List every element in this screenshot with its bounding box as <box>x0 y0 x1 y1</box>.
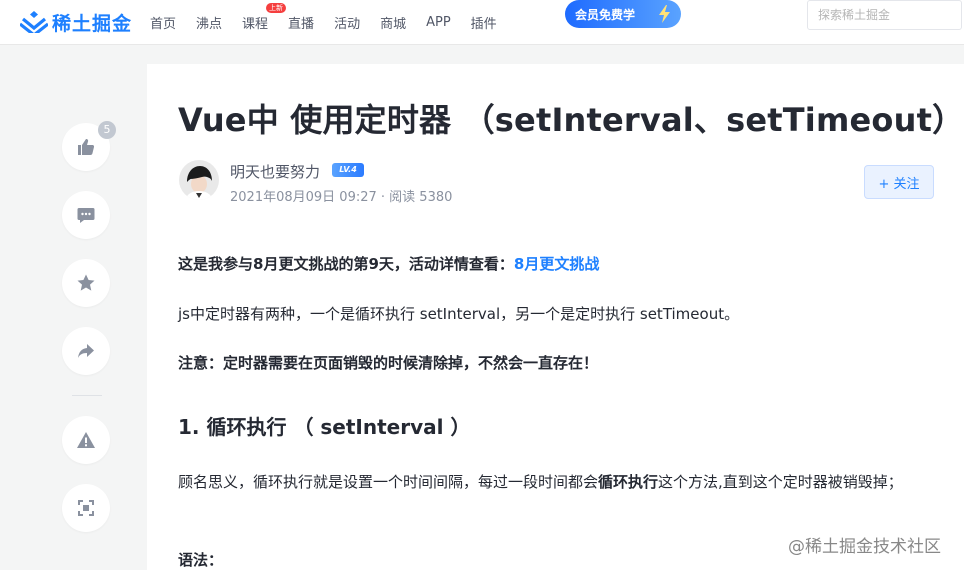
nav-shop[interactable]: 商城 <box>380 13 406 32</box>
logo-text: 稀土掘金 <box>52 12 133 35</box>
paragraph-2: 顾名思义，循环执行就是设置一个时间间隔，每过一段时间都会循环执行这个方法,直到这… <box>178 469 928 495</box>
vip-button-label: 会员免费学 <box>575 7 636 22</box>
search-input[interactable] <box>807 0 962 30</box>
nav-courses[interactable]: 课程 上新 <box>242 2 287 32</box>
article-meta: 2021年08月09日 09:27 · 阅读 5380 <box>230 190 453 205</box>
lightning-icon <box>659 5 670 23</box>
watermark: @稀土掘金技术社区 <box>788 537 941 557</box>
nav-events[interactable]: 活动 <box>334 13 360 32</box>
warning-icon <box>77 432 95 448</box>
share-button[interactable] <box>62 327 110 375</box>
nav-live[interactable]: 直播 <box>288 13 314 32</box>
nav-home[interactable]: 首页 <box>150 13 176 32</box>
main-nav: 首页 沸点 课程 上新 直播 活动 商城 APP 插件 <box>150 0 517 44</box>
star-icon <box>77 274 95 291</box>
sidebar-divider <box>72 395 102 396</box>
comment-icon <box>77 208 95 223</box>
report-button[interactable] <box>62 416 110 464</box>
author-name[interactable]: 明天也要努力 <box>230 161 320 182</box>
note-paragraph: 注意：定时器需要在页面销毁的时候清除掉，不然会一直存在！ <box>178 354 599 372</box>
favorite-button[interactable] <box>62 259 110 307</box>
avatar-image-icon <box>179 160 219 200</box>
comment-button[interactable] <box>62 191 110 239</box>
fullscreen-icon <box>78 500 94 516</box>
challenge-link[interactable]: 8月更文挑战 <box>514 255 599 273</box>
intro-text: 这是我参与8月更文挑战的第9天，活动详情查看： <box>178 255 514 273</box>
article-card: Vue中 使用定时器 （setInterval、setTimeout） 明天也要… <box>147 64 964 570</box>
thumb-up-icon <box>78 139 95 155</box>
nav-app[interactable]: APP <box>426 15 451 30</box>
top-header: 稀土掘金 首页 沸点 课程 上新 直播 活动 商城 APP 插件 会员免费学 <box>0 0 964 45</box>
syntax-label: 语法： <box>178 551 224 569</box>
paragraph-2-bold: 循环执行 <box>598 473 659 491</box>
nav-courses-label: 课程 <box>242 16 269 32</box>
site-logo[interactable]: 稀土掘金 <box>20 7 132 37</box>
new-badge: 上新 <box>266 2 287 13</box>
article-title: Vue中 使用定时器 （setInterval、setTimeout） <box>178 101 964 139</box>
author-level-badge: LV.4 <box>332 163 364 177</box>
vip-free-button[interactable]: 会员免费学 <box>565 0 681 28</box>
paragraph-2-text-a: 顾名思义，循环执行就是设置一个时间间隔，每过一段时间都会 <box>178 473 599 491</box>
like-count-badge: 5 <box>98 121 116 139</box>
paragraph-1: js中定时器有两种，一个是循环执行 setInterval，另一个是定时执行 s… <box>178 305 740 323</box>
paragraph-2-text-b: 这个方法,直到这个定时器被销毁掉； <box>658 473 903 491</box>
section-heading: 1. 循环执行 （ setInterval ） <box>178 415 471 439</box>
author-avatar[interactable] <box>179 160 219 200</box>
nav-pins[interactable]: 沸点 <box>196 13 222 32</box>
fullscreen-button[interactable] <box>62 484 110 532</box>
challenge-intro: 这是我参与8月更文挑战的第9天，活动详情查看：8月更文挑战 <box>178 253 599 274</box>
nav-plugins[interactable]: 插件 <box>471 13 497 32</box>
juejin-logo-icon <box>20 11 48 33</box>
share-icon <box>78 344 94 358</box>
follow-button[interactable]: + 关注 <box>864 165 934 199</box>
